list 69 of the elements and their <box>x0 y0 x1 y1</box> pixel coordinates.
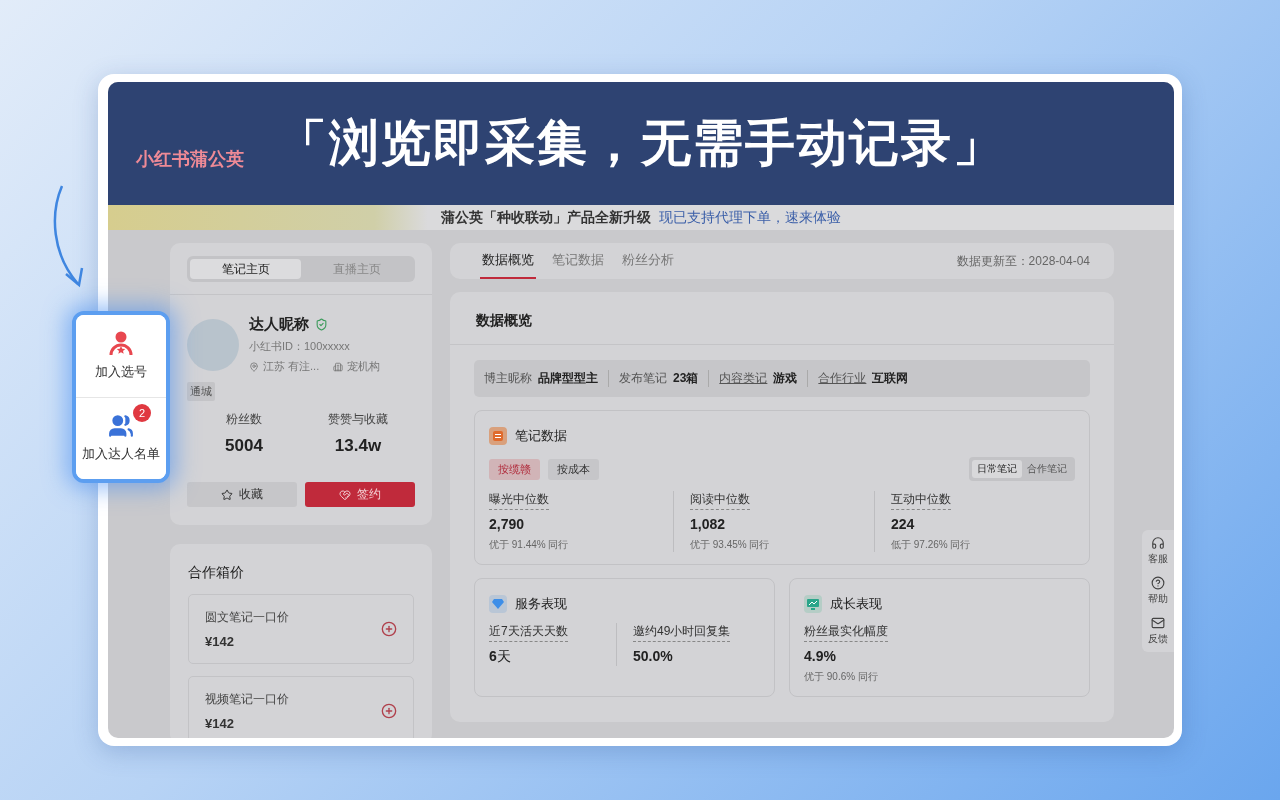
logo: 小红书蒲公英 <box>136 147 244 171</box>
rail-button[interactable]: 客服 <box>1148 536 1168 566</box>
location: 江苏 有注... <box>263 359 320 374</box>
filter-chip[interactable]: 按缆赣 <box>489 458 540 480</box>
headline: 「浏览即采集，无需手动记录」 <box>277 114 1005 173</box>
note-icon <box>489 427 507 445</box>
fact: 博主昵称 品牌型型主 <box>484 370 599 387</box>
user-star-icon <box>109 330 133 357</box>
panel-action[interactable]: 加入达人名单 2 <box>76 396 166 479</box>
creator-name: 达人昵称 <box>249 315 309 334</box>
add-icon[interactable] <box>381 621 397 637</box>
note-type-option[interactable]: 日常笔记 <box>972 460 1022 478</box>
metric-label: 近7天活天天数 <box>489 623 568 642</box>
rail-button[interactable]: 帮助 <box>1148 576 1168 606</box>
help-icon <box>1151 576 1165 590</box>
banner-link[interactable]: 现已支持代理下单，速来体验 <box>659 208 841 227</box>
section-title: 服务表现 <box>515 595 567 613</box>
filter-chip[interactable]: 按成本 <box>548 458 599 480</box>
add-icon[interactable] <box>381 703 397 719</box>
star-icon <box>221 488 233 501</box>
building-icon <box>333 361 344 372</box>
sign-button[interactable]: 签约 <box>305 482 415 507</box>
favorite-button[interactable]: 收藏 <box>187 482 297 507</box>
tab[interactable]: 数据概览 <box>480 243 536 279</box>
metric-note: 优于 90.6% 同行 <box>804 670 879 684</box>
mail-icon <box>1151 616 1165 630</box>
organization: 宠机构 <box>347 359 381 374</box>
metric-label: 粉丝最实化幅度 <box>804 623 888 642</box>
price: ¥142 <box>205 716 235 731</box>
metric-label: 邀约49小时回复集 <box>633 623 731 642</box>
metric-label: 曝光中位数 <box>489 491 549 510</box>
fact: 合作行业 互联网 <box>807 370 919 387</box>
stat-value: 13.4w <box>334 436 382 456</box>
fact: 发布笔记 23箱 <box>608 370 709 387</box>
metric-note: 优于 91.44% 同行 <box>489 538 570 552</box>
price: ¥142 <box>205 634 235 649</box>
price-label: 圆文笔记一口价 <box>205 609 289 626</box>
section-title: 笔记数据 <box>515 427 567 445</box>
price-label: 视频笔记一口价 <box>205 691 289 708</box>
metric-label: 互动中位数 <box>891 491 951 510</box>
metric-label: 阅读中位数 <box>690 491 750 510</box>
tag: 通城 <box>187 382 215 401</box>
location-icon <box>249 361 259 372</box>
metric-value: 2,790 <box>489 516 526 532</box>
avatar <box>187 318 239 371</box>
card-title: 数据概览 <box>450 292 1114 345</box>
update-date: 数据更新至：2028-04-04 <box>956 252 1090 270</box>
metric-value: 224 <box>891 516 916 532</box>
rail-button[interactable]: 反馈 <box>1148 616 1168 646</box>
metric-note: 优于 93.45% 同行 <box>690 538 771 552</box>
count-badge: 2 <box>133 403 151 422</box>
metric-value: 6天 <box>489 648 512 666</box>
stat-label: 粉丝数 <box>226 411 262 428</box>
stat-label: 赞赞与收藏 <box>328 411 388 428</box>
metric-value: 1,082 <box>690 516 727 532</box>
metric-value: 50.0% <box>633 648 674 664</box>
metric-value: 4.9% <box>804 648 837 664</box>
note-type-option[interactable]: 合作笔记 <box>1022 460 1072 478</box>
page-tab[interactable]: 笔记主页 <box>190 259 301 279</box>
fact: 内容类记 游戏 <box>708 370 808 387</box>
creator-id: 小红书ID：100xxxxx <box>249 339 351 354</box>
card-title: 合作箱价 <box>188 564 245 582</box>
metric-note: 低于 97.26% 同行 <box>891 538 972 552</box>
headset-icon <box>1151 536 1165 550</box>
section-title: 成长表现 <box>830 595 882 613</box>
stat-value: 5004 <box>225 436 263 456</box>
banner-text: 蒲公英「种收联动」产品全新升级 <box>441 208 651 227</box>
monitor-icon <box>804 595 822 613</box>
users-icon <box>108 413 134 440</box>
